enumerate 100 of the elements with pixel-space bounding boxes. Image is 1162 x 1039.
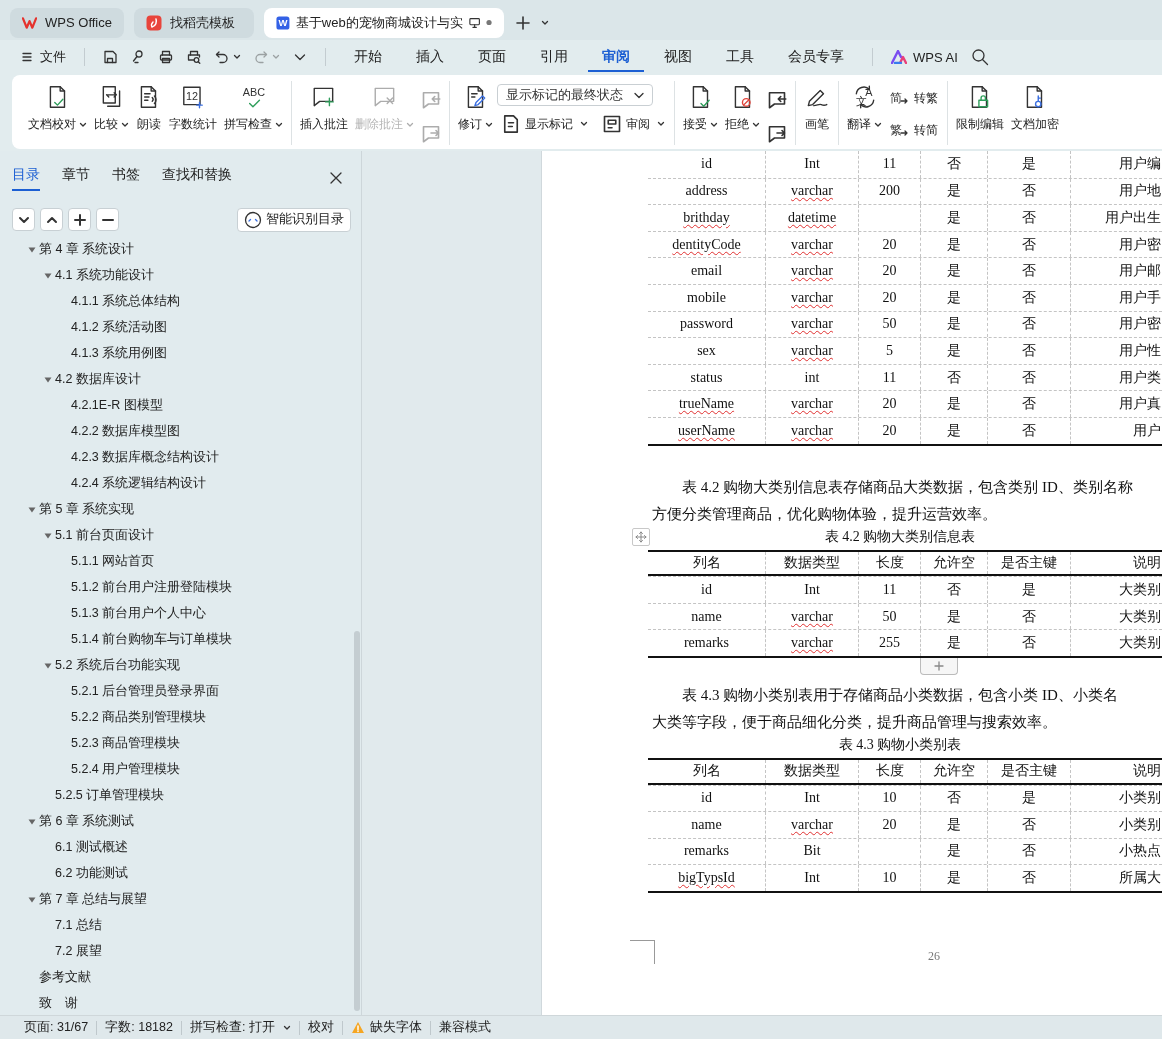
table-cell: 是 [920, 812, 987, 838]
document-tab[interactable]: WPS Office [10, 7, 124, 38]
toc-item[interactable]: 第 4 章 系统设计 [0, 236, 361, 263]
smart-toc-button[interactable]: 智能识别目录 [237, 207, 351, 232]
toc-item[interactable]: 4.1 系统功能设计 [0, 262, 361, 289]
ribbon-button[interactable]: 文档校对 [25, 81, 90, 143]
triangle-down-icon[interactable] [28, 817, 36, 826]
ribbon-button[interactable]: 朗读 [133, 81, 165, 143]
ribbon-tab[interactable]: 会员专享 [774, 42, 858, 72]
toc-item[interactable]: 4.2.2 数据库模型图 [0, 418, 361, 445]
ribbon-button[interactable]: 画笔 [801, 81, 833, 143]
sidebar-tab[interactable]: 书签 [112, 164, 140, 192]
toc-item[interactable]: 5.2.4 用户管理模块 [0, 756, 361, 783]
ribbon-tab[interactable]: 工具 [712, 42, 768, 72]
toc-item[interactable]: 4.2.4 系统逻辑结构设计 [0, 470, 361, 497]
ribbon-button[interactable]: 限制编辑 [953, 81, 1007, 143]
triangle-down-icon[interactable] [44, 531, 52, 540]
table-cell-text: dentityCode [671, 235, 742, 254]
ribbon-button[interactable]: 文档加密 [1008, 81, 1062, 143]
ribbon-button[interactable]: 拒绝 [722, 81, 763, 143]
ribbon-tab[interactable]: 插入 [402, 42, 458, 72]
expand-button[interactable] [40, 208, 63, 232]
toc-item[interactable]: 5.2 系统后台功能实现 [0, 652, 361, 679]
table-cell: 用户性 [1070, 338, 1162, 364]
ai-button[interactable]: WPS AI [887, 49, 962, 65]
ribbon-tab[interactable]: 视图 [650, 42, 706, 72]
toc-item[interactable]: 第 7 章 总结与展望 [0, 886, 361, 913]
toc-item[interactable]: 5.1 前台页面设计 [0, 522, 361, 549]
toc-item[interactable]: 5.2.5 订单管理模块 [0, 782, 361, 809]
column-header: 允许空 [920, 759, 987, 783]
add-button[interactable] [68, 208, 91, 232]
ribbon-button[interactable]: 简 转繁 [886, 84, 942, 112]
toc-item[interactable]: 7.2 展望 [0, 938, 361, 965]
remove-button[interactable] [96, 208, 119, 232]
ribbon-button[interactable]: 修订 [455, 81, 496, 143]
toc-item[interactable]: 5.1.2 前台用户注册登陆模块 [0, 574, 361, 601]
triangle-down-icon[interactable] [44, 271, 52, 280]
toc-item[interactable]: 5.2.2 商品类别管理模块 [0, 704, 361, 731]
sidebar-tab[interactable]: 查找和替换 [162, 164, 232, 192]
triangle-down-icon[interactable] [28, 505, 36, 514]
ribbon-button[interactable]: 比较 [91, 81, 132, 143]
ribbon-button[interactable]: 12 字数统计 [166, 81, 220, 143]
triangle-down-icon[interactable] [28, 245, 36, 254]
markup-dropdown[interactable]: 显示标记的最终状态 [497, 84, 653, 106]
toc-item[interactable]: 4.1.3 系统用例图 [0, 340, 361, 367]
sidebar-tab[interactable]: 目录 [12, 164, 40, 192]
close-button[interactable] [329, 170, 343, 185]
ribbon-button[interactable]: 插入批注 [297, 81, 351, 143]
ribbon-tab[interactable]: 页面 [464, 42, 520, 72]
toc-item[interactable]: 5.2.1 后台管理员登录界面 [0, 678, 361, 705]
triangle-down-icon[interactable] [28, 895, 36, 904]
toc-item[interactable]: 5.1.4 前台购物车与订单模块 [0, 626, 361, 653]
document-tab[interactable]: 找稻壳模板 [134, 7, 254, 38]
table-cell-text: remarks [682, 842, 731, 861]
sidebar-tab[interactable]: 章节 [62, 164, 90, 192]
ribbon-button[interactable]: 繁 转简 [886, 116, 942, 144]
status-menu[interactable]: 拼写检查: 打开 [181, 1019, 299, 1036]
table-cell: 是 [920, 865, 987, 891]
collapse-button[interactable] [12, 208, 35, 232]
toc-item[interactable]: 第 6 章 系统测试 [0, 808, 361, 835]
file-menu-button[interactable]: 文件 [18, 48, 70, 66]
table-cell: 20 [858, 231, 920, 258]
ribbon-tab[interactable]: 引用 [526, 42, 582, 72]
toc-item[interactable]: 4.2 数据库设计 [0, 366, 361, 393]
ribbon-button[interactable]: 显示标记 [497, 110, 592, 138]
table-cell: datetime [765, 205, 858, 231]
caret-icon [282, 1024, 291, 1031]
table-cell: Int [765, 577, 858, 603]
toc-item[interactable]: 6.1 测试概述 [0, 834, 361, 861]
table-cell-text: bigTypsId [677, 869, 736, 888]
table-cell: 否 [987, 284, 1070, 311]
toc-item[interactable]: 5.1.3 前台用户个人中心 [0, 600, 361, 627]
status-warning[interactable]: 缺失字体 [342, 1019, 430, 1036]
column-header: 说明 [1070, 551, 1162, 575]
close-icon [329, 170, 343, 185]
plus-icon [516, 15, 530, 30]
toc-item[interactable]: 4.2.1E-R 图模型 [0, 392, 361, 419]
toc-item[interactable]: 4.2.3 数据库概念结构设计 [0, 444, 361, 471]
table-cell: 20 [858, 417, 920, 444]
toc-item[interactable]: 致 谢 [0, 990, 361, 1015]
triangle-down-icon[interactable] [44, 661, 52, 670]
toc-item[interactable]: 第 5 章 系统实现 [0, 496, 361, 523]
ribbon-tab[interactable]: 开始 [340, 42, 396, 72]
toc-item[interactable]: 参考文献 [0, 964, 361, 991]
table-cell: varchar [765, 258, 858, 284]
ribbon-button[interactable]: 接受 [680, 81, 721, 143]
toc-item[interactable]: 4.1.1 系统总体结构 [0, 288, 361, 315]
toc-item[interactable]: 5.2.3 商品管理模块 [0, 730, 361, 757]
table-cell: 否 [987, 838, 1070, 865]
scrollbar[interactable] [354, 631, 360, 1011]
ribbon-button[interactable]: ABC 拼写检查 [221, 81, 286, 143]
toc-item[interactable]: 5.1.1 网站首页 [0, 548, 361, 575]
ribbon-button[interactable]: 审阅 [598, 110, 669, 138]
document-tab[interactable]: W 基于web的宠物商城设计与实 [264, 7, 504, 38]
ribbon-tab[interactable]: 审阅 [588, 42, 644, 72]
toc-item[interactable]: 4.1.2 系统活动图 [0, 314, 361, 341]
toc-item[interactable]: 6.2 功能测试 [0, 860, 361, 887]
table-move-handle[interactable] [632, 527, 650, 546]
triangle-down-icon[interactable] [44, 375, 52, 384]
toc-item[interactable]: 7.1 总结 [0, 912, 361, 939]
